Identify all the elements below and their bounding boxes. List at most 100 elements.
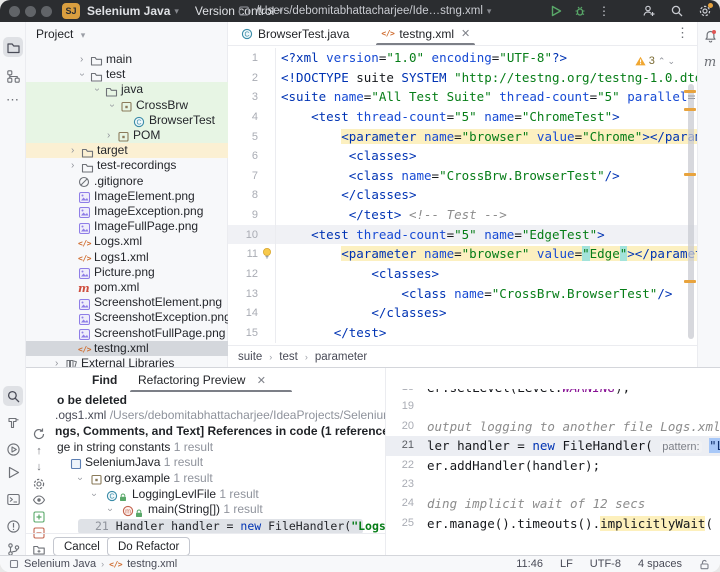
tree-item-screenshotelement-png[interactable]: ScreenshotElement.png xyxy=(26,295,228,310)
more-tools-icon[interactable]: ⋯ xyxy=(3,90,23,110)
search-icon[interactable] xyxy=(3,386,23,406)
usage-row[interactable]: 21 Handler handler = new FileHandler("Lo… xyxy=(52,519,385,535)
tree-item-imageelement-png[interactable]: ImageElement.png xyxy=(26,189,228,204)
preview-line-25[interactable]: 25er.manage().timeouts().implicitlyWait(… xyxy=(386,514,720,533)
preview-line-22[interactable]: 22er.addHandler(handler); xyxy=(386,456,720,475)
warning-stripe-mark[interactable] xyxy=(684,108,696,111)
problems-icon[interactable] xyxy=(3,516,23,536)
tree-item-logs-xml[interactable]: </>Logs.xml xyxy=(26,234,228,249)
preview-line-23[interactable]: 23 xyxy=(386,475,720,494)
run-button[interactable] xyxy=(550,5,562,17)
debug-button[interactable] xyxy=(574,5,586,17)
code-line-4[interactable]: 4 <test thread-count="5" name="ChromeTes… xyxy=(228,107,697,127)
code-line-1[interactable]: 1<?xml version="1.0" encoding="UTF-8"?> xyxy=(228,48,697,68)
preview-line-19[interactable]: 19 xyxy=(386,397,720,416)
settings-gear-icon[interactable] xyxy=(698,4,712,18)
caret-position[interactable]: 11:46 xyxy=(516,558,543,570)
usage-code-preview[interactable]: 18er.setLevel(Level.WARNING);1920output … xyxy=(386,389,720,556)
breadcrumb-test[interactable]: test xyxy=(279,351,298,363)
code-line-11[interactable]: 11 <parameter name="browser" value="Edge… xyxy=(228,244,697,264)
search-everywhere-icon[interactable] xyxy=(670,4,684,18)
tree-item-picture-png[interactable]: Picture.png xyxy=(26,265,228,280)
tree-row[interactable]: ge in string constants 1 result xyxy=(52,440,385,456)
run-configuration[interactable]: /Users/debomitabhattacharjee/Ide…stng.xm… xyxy=(238,0,491,22)
code-editor[interactable]: 3 ⌃⌄ 1<?xml version="1.0" encoding="UTF-… xyxy=(228,46,697,345)
intention-bulb-icon[interactable] xyxy=(261,247,273,260)
chevron-right-icon[interactable]: › xyxy=(71,143,74,158)
services-icon[interactable] xyxy=(3,439,23,459)
notifications-bell-icon[interactable] xyxy=(700,26,720,46)
project-panel-header[interactable]: Project ▾ xyxy=(26,22,227,46)
do-refactor-button[interactable]: Do Refactor xyxy=(107,537,190,556)
code-line-10[interactable]: 10 <test thread-count="5" name="EdgeTest… xyxy=(228,225,697,245)
preview-line-24[interactable]: 24ding implicit wait of 12 secs xyxy=(386,494,720,513)
terminal-icon[interactable] xyxy=(3,489,23,509)
warning-stripe-mark[interactable] xyxy=(684,280,696,283)
unlock-icon[interactable] xyxy=(699,559,710,570)
chevron-down-icon[interactable]: › xyxy=(74,73,89,76)
tree-item-java[interactable]: ›java xyxy=(26,82,228,97)
code-line-13[interactable]: 13 <class name="CrossBrw.BrowserTest"/> xyxy=(228,284,697,304)
breadcrumb-suite[interactable]: suite xyxy=(238,351,262,363)
tree-item-crossbrw[interactable]: ›CrossBrw xyxy=(26,98,228,113)
inspection-widget[interactable]: 3 ⌃⌄ xyxy=(635,55,677,67)
nav-down-icon[interactable]: ↓ xyxy=(29,458,49,476)
tab-testng-xml[interactable]: </> testng.xml ✕ xyxy=(372,22,479,45)
tree-item-pom[interactable]: ›POM xyxy=(26,128,228,143)
chevron-right-icon[interactable]: › xyxy=(71,158,74,173)
structure-icon[interactable] xyxy=(3,66,23,86)
code-line-15[interactable]: 15 </test> xyxy=(228,323,697,343)
file-encoding[interactable]: UTF-8 xyxy=(590,558,621,570)
tree-item-external-libraries[interactable]: ›External Libraries xyxy=(26,356,228,367)
preview-line-20[interactable]: 20output logging to another file Logs.xm… xyxy=(386,417,720,436)
code-line-8[interactable]: 8 </classes> xyxy=(228,185,697,205)
chevron-down-icon[interactable]: › xyxy=(72,477,88,480)
close-tab-icon[interactable]: ✕ xyxy=(461,27,470,40)
tree-item-testng-xml[interactable]: </>testng.xml xyxy=(26,341,228,356)
chevron-down-icon[interactable]: › xyxy=(86,493,102,496)
chevron-right-icon[interactable]: › xyxy=(80,52,83,67)
code-line-9[interactable]: 9 </test> <!-- Test --> xyxy=(228,205,697,225)
status-project[interactable]: Selenium Java xyxy=(24,558,96,570)
chevron-down-icon[interactable]: › xyxy=(89,88,104,91)
cancel-button[interactable]: Cancel xyxy=(53,537,111,556)
code-line-2[interactable]: 2<!DOCTYPE suite SYSTEM "http://testng.o… xyxy=(228,68,697,88)
chevron-right-icon[interactable]: › xyxy=(55,356,58,367)
expand-all-icon[interactable] xyxy=(29,508,49,526)
chevron-right-icon[interactable]: › xyxy=(107,128,110,143)
indent-setting[interactable]: 4 spaces xyxy=(638,558,682,570)
more-run-actions-icon[interactable]: ⋮ xyxy=(598,4,611,18)
tree-item-main[interactable]: ›main xyxy=(26,52,228,67)
tree-item-pom-xml[interactable]: mpom.xml xyxy=(26,280,228,295)
window-close-button[interactable] xyxy=(9,6,20,17)
maven-tool-icon[interactable]: m xyxy=(700,52,720,72)
tree-item-screenshotfullpage-png[interactable]: ScreenshotFullPage.png xyxy=(26,326,228,341)
tree-item-imagefullpage-png[interactable]: ImageFullPage.png xyxy=(26,219,228,234)
line-separator[interactable]: LF xyxy=(560,558,573,570)
tab-find[interactable]: Find xyxy=(92,368,117,392)
code-line-12[interactable]: 12 <classes> xyxy=(228,264,697,284)
tab-browsertest-java[interactable]: C BrowserTest.java xyxy=(232,22,358,45)
tree-row[interactable]: ›mmain(String[]) 1 result xyxy=(52,502,385,518)
tree-item-target[interactable]: ›target xyxy=(26,143,228,158)
close-tab-icon[interactable]: ✕ xyxy=(257,375,266,387)
breadcrumb-parameter[interactable]: parameter xyxy=(315,351,367,363)
run-icon[interactable] xyxy=(3,462,23,482)
tree-row[interactable]: .ogs1.xml /Users/debomitabhattacharjee/I… xyxy=(52,408,385,424)
add-user-icon[interactable] xyxy=(642,4,656,18)
refresh-icon[interactable] xyxy=(29,425,49,443)
tree-row[interactable]: ›CLoggingLevlFile 1 result xyxy=(52,487,385,503)
build-hammer-icon[interactable] xyxy=(3,412,23,432)
preview-eye-icon[interactable] xyxy=(29,491,49,509)
prev-next-warning-icons[interactable]: ⌃⌄ xyxy=(658,56,677,67)
tree-item-logs1-xml[interactable]: </>Logs1.xml xyxy=(26,250,228,265)
editor-scrollbar[interactable] xyxy=(688,84,694,339)
project-name-menu[interactable]: Selenium Java xyxy=(87,4,170,18)
code-line-3[interactable]: 3<suite name="All Test Suite" thread-cou… xyxy=(228,87,697,107)
code-line-14[interactable]: 14 </classes> xyxy=(228,303,697,323)
tree-item--gitignore[interactable]: .gitignore xyxy=(26,174,228,189)
chevron-down-icon[interactable]: › xyxy=(102,509,118,512)
tree-row[interactable]: ›org.example 1 result xyxy=(52,471,385,487)
tab-refactoring-preview[interactable]: Refactoring Preview ✕ xyxy=(138,368,266,392)
window-zoom-button[interactable] xyxy=(41,6,52,17)
